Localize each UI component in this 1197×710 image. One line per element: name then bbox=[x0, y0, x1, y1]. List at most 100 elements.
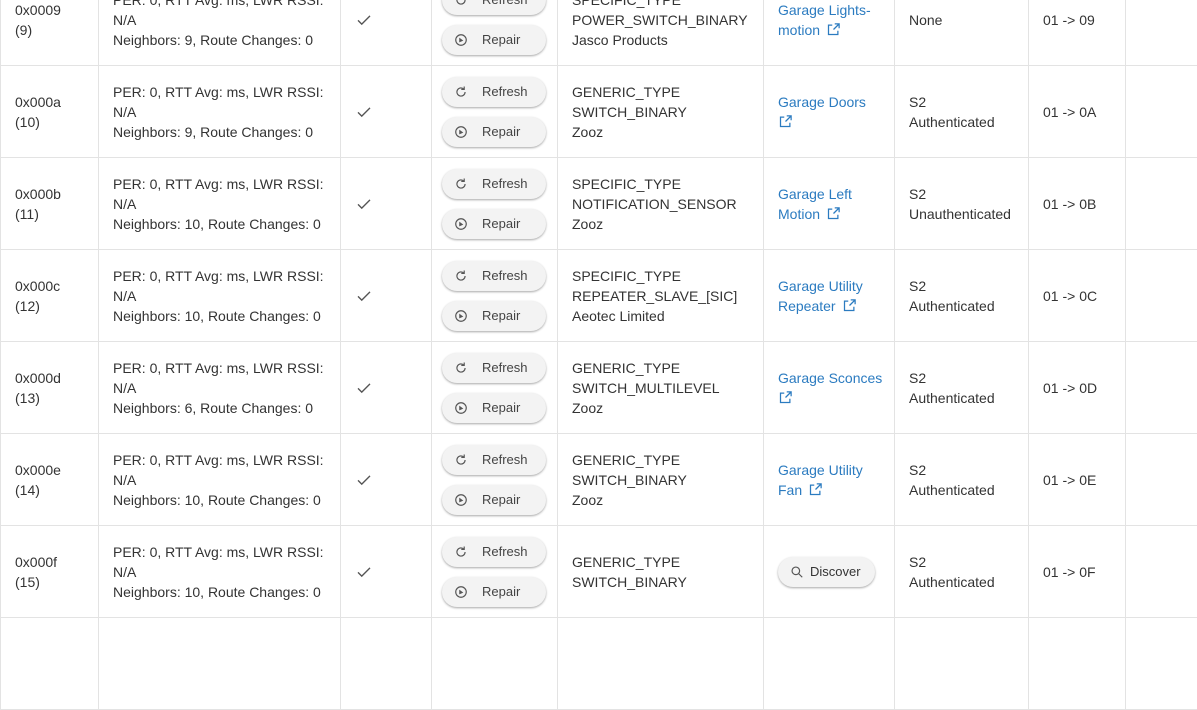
node-id-hex: 0x000a bbox=[15, 93, 61, 110]
repair-label: Repair bbox=[482, 123, 521, 139]
refresh-button[interactable]: Refresh bbox=[442, 352, 546, 383]
refresh-icon bbox=[456, 361, 466, 373]
refresh-label: Refresh bbox=[482, 0, 546, 10]
external-link-icon bbox=[843, 298, 856, 311]
stats-line: PER: 0, RTT Avg: ms, LWR RSSI: bbox=[113, 83, 324, 100]
node-id-dec: (10) bbox=[15, 113, 40, 130]
repair-button[interactable]: Repair bbox=[442, 392, 546, 423]
node-id-hex: 0x000d bbox=[15, 369, 61, 386]
security-line: Unauthenticated bbox=[909, 205, 1011, 222]
refresh-icon bbox=[456, 177, 466, 189]
device-type-line: NOTIFICATION_SENSOR bbox=[572, 195, 737, 212]
repair-button[interactable]: Repair bbox=[442, 24, 546, 55]
external-link-icon bbox=[827, 206, 840, 219]
table-row bbox=[0, 618, 1197, 710]
repair-label: Repair bbox=[482, 399, 521, 415]
device-link[interactable]: Garage Utility Repeater bbox=[778, 276, 863, 316]
repair-button[interactable]: Repair bbox=[442, 484, 546, 515]
device-type-line: GENERIC_TYPE bbox=[572, 553, 681, 570]
repair-label: Repair bbox=[482, 31, 521, 47]
route: 01 -> 0E bbox=[1043, 471, 1097, 488]
route: 01 -> 0C bbox=[1043, 287, 1098, 304]
check-icon bbox=[357, 290, 371, 301]
check-icon bbox=[357, 106, 371, 117]
refresh-label: Refresh bbox=[482, 451, 528, 467]
security-line: Authenticated bbox=[909, 297, 995, 314]
device-type-line: SWITCH_BINARY bbox=[572, 573, 687, 590]
refresh-button[interactable]: Refresh bbox=[442, 0, 546, 15]
table-row: 0x0009 (9) PER: 0, RTT Avg: ms, LWR RSSI:… bbox=[0, 0, 1197, 66]
stats-line: PER: 0, RTT Avg: ms, LWR RSSI: bbox=[113, 543, 324, 560]
stats-line: Neighbors: 6, Route Changes: 0 bbox=[113, 399, 314, 416]
check-icon bbox=[357, 474, 371, 485]
device-type-line: SPECIFIC_TYPE bbox=[572, 175, 681, 192]
refresh-button[interactable]: Refresh bbox=[442, 76, 546, 107]
refresh-icon bbox=[456, 85, 466, 97]
stats-line: PER: 0, RTT Avg: ms, LWR RSSI: bbox=[113, 359, 324, 376]
security-line: Authenticated bbox=[909, 573, 995, 590]
check-icon bbox=[357, 382, 371, 393]
security-line: Authenticated bbox=[909, 113, 995, 130]
device-link[interactable]: Garage Utility Fan bbox=[778, 460, 863, 500]
repair-icon bbox=[455, 125, 467, 138]
repair-label: Repair bbox=[482, 307, 521, 323]
device-type-line: GENERIC_TYPE bbox=[572, 83, 681, 100]
security-line: S2 bbox=[909, 185, 927, 202]
stats-line: PER: 0, RTT Avg: ms, LWR RSSI: bbox=[113, 267, 324, 284]
route: 01 -> 0B bbox=[1043, 195, 1097, 212]
table-row: 0x000c (12) PER: 0, RTT Avg: ms, LWR RSSI… bbox=[0, 250, 1197, 342]
repair-button[interactable]: Repair bbox=[442, 208, 546, 239]
device-link[interactable]: Garage Doors bbox=[778, 92, 866, 132]
check-icon bbox=[357, 198, 371, 209]
stats-line: N/A bbox=[113, 287, 137, 304]
device-type-line: GENERIC_TYPE bbox=[572, 359, 681, 376]
stats-line: N/A bbox=[113, 471, 137, 488]
refresh-icon bbox=[456, 0, 466, 5]
table-row: 0x000a (10) PER: 0, RTT Avg: ms, LWR RSSI… bbox=[0, 66, 1197, 158]
stats-line: PER: 0, RTT Avg: ms, LWR RSSI: bbox=[113, 0, 324, 10]
stats-line: N/A bbox=[113, 563, 137, 580]
stats-line: Neighbors: 10, Route Changes: 0 bbox=[113, 583, 321, 600]
repair-icon bbox=[455, 33, 467, 46]
node-id-dec: (11) bbox=[15, 205, 39, 222]
manufacturer: Aeotec Limited bbox=[572, 307, 665, 324]
route: 01 -> 0D bbox=[1043, 379, 1098, 396]
table-row: 0x000f (15) PER: 0, RTT Avg: ms, LWR RSSI… bbox=[0, 526, 1197, 618]
external-link-icon bbox=[779, 390, 792, 403]
repair-button[interactable]: Repair bbox=[442, 116, 546, 147]
node-id-dec: (9) bbox=[15, 21, 33, 38]
stats-line: Neighbors: 10, Route Changes: 0 bbox=[113, 215, 321, 232]
device-type-line: GENERIC_TYPE bbox=[572, 451, 681, 468]
device-link[interactable]: Garage Left Motion bbox=[778, 184, 852, 224]
refresh-button[interactable]: Refresh bbox=[442, 536, 546, 567]
refresh-label: Refresh bbox=[482, 175, 528, 191]
node-id-hex: 0x000f bbox=[15, 553, 58, 570]
repair-button[interactable]: Repair bbox=[442, 300, 546, 331]
security-line: S2 bbox=[909, 277, 927, 294]
stats-line: N/A bbox=[113, 11, 137, 28]
device-type-line: SWITCH_BINARY bbox=[572, 103, 687, 120]
refresh-label: Refresh bbox=[482, 359, 528, 375]
refresh-icon bbox=[456, 269, 466, 281]
search-icon bbox=[791, 565, 803, 578]
repair-button[interactable]: Repair bbox=[442, 576, 546, 607]
node-id-dec: (15) bbox=[15, 573, 40, 590]
route: 01 -> 0A bbox=[1043, 103, 1097, 120]
stats-line: N/A bbox=[113, 103, 137, 120]
refresh-button[interactable]: Refresh bbox=[442, 444, 546, 475]
device-link[interactable]: Garage Lights-motion bbox=[778, 0, 871, 40]
discover-button[interactable]: Discover bbox=[778, 556, 875, 587]
refresh-button[interactable]: Refresh bbox=[442, 260, 546, 291]
security-line: S2 bbox=[909, 369, 927, 386]
table-row: 0x000d (13) PER: 0, RTT Avg: ms, LWR RSSI… bbox=[0, 342, 1197, 434]
refresh-icon bbox=[456, 545, 466, 557]
security-line: S2 bbox=[909, 553, 927, 570]
device-link[interactable]: Garage Sconces bbox=[778, 368, 882, 408]
security-line: Authenticated bbox=[909, 389, 995, 406]
external-link-icon bbox=[810, 482, 822, 495]
repair-icon bbox=[455, 493, 467, 506]
refresh-button[interactable]: Refresh bbox=[442, 168, 546, 199]
manufacturer: Zooz bbox=[572, 491, 604, 508]
device-type-line: SWITCH_BINARY bbox=[572, 471, 687, 488]
route: 01 -> 0F bbox=[1043, 563, 1096, 580]
